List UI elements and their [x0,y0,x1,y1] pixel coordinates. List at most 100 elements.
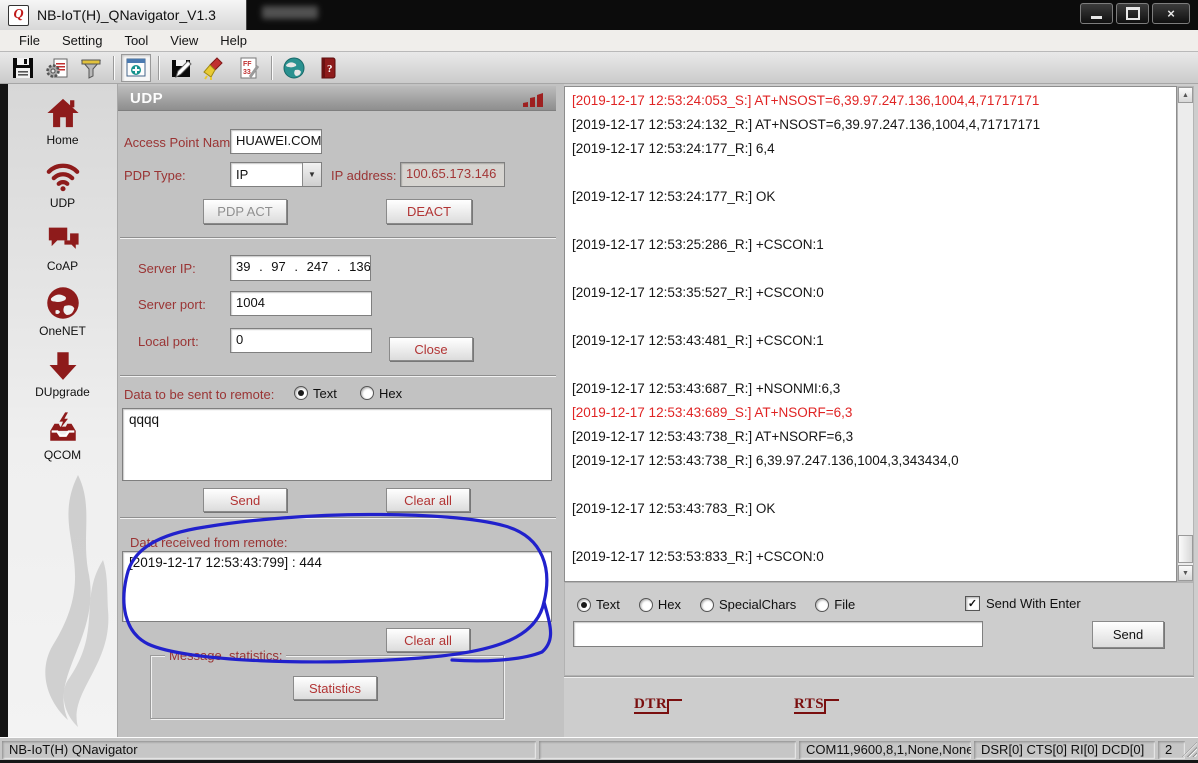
server-ip-input[interactable]: 39 . 97 . 247 . 136 [230,255,371,281]
menu-item[interactable]: File [8,31,51,50]
send-command-button[interactable]: Send [1092,621,1164,648]
udp-panel-header: UDP [118,86,556,111]
log-line: [2019-12-17 12:53:43:783_R:] OK [572,501,776,516]
send-with-enter-option[interactable]: ✓ Send With Enter [965,596,1081,611]
radio-icon [638,597,653,612]
log-scrollbar[interactable]: ▲ ▼ [1177,86,1194,582]
sidebar-item-coap[interactable]: CoAP [8,222,117,285]
radio-label: File [834,597,856,612]
radio-selected-icon [294,386,308,400]
clear-icon[interactable] [200,54,230,82]
sidebar-item-label: UDP [49,196,76,210]
ip-address-value: 100.65.173.146 [400,162,505,187]
globe-icon[interactable] [279,54,309,82]
connect-icon[interactable] [121,53,151,82]
close-udp-button[interactable]: Close [389,337,473,361]
chevron-down-icon[interactable]: ▼ [302,163,321,186]
radio-label: Hex [379,386,403,401]
checkbox-label: Send With Enter [986,596,1081,611]
radio-icon [815,597,830,612]
log-line: [2019-12-17 12:53:43:738_R:] AT+NSORF=6,… [572,429,854,444]
sidebar-item-onenet[interactable]: OneNET [8,285,117,348]
server-ip-label: Server IP: [138,261,196,276]
log-line: [2019-12-17 12:53:25:286_R:] +CSCON:1 [572,237,824,252]
sidebar-item-label: CoAP [46,259,79,273]
help-icon[interactable]: ? [313,54,343,82]
sidebar-item-dupgrade[interactable]: DUpgrade [8,348,117,411]
format-radio-option[interactable]: File [815,597,855,612]
radio-icon [577,597,591,612]
right-panel: [2019-12-17 12:53:24:053_S:] AT+NSOST=6,… [564,84,1198,738]
deact-button[interactable]: DEACT [386,199,472,224]
sidebar-item-label: DUpgrade [35,385,90,399]
status-empty-segment [539,741,796,759]
recv-data-textarea[interactable]: [2019-12-17 12:53:43:799] : 444 [122,551,552,622]
rts-indicator[interactable]: RTS [794,696,840,714]
menu-item[interactable]: Help [209,31,258,50]
save-icon[interactable] [8,54,38,82]
sidebar-item-qcom[interactable]: QCOM [8,411,117,474]
format-radio-option[interactable]: Hex [638,597,681,612]
globe-red-icon [46,287,79,319]
window-title: NB-IoT(H)_QNavigator_V1.3 [37,7,216,23]
local-port-input[interactable]: 0 [230,328,372,353]
hex-file-icon[interactable]: FF 33 [234,54,264,82]
send-button[interactable]: Send [203,488,287,512]
send-data-label: Data to be sent to remote: [124,387,275,402]
signal-level-icon [824,699,840,714]
minimize-button[interactable] [1080,3,1113,24]
radio-icon [360,386,374,400]
app-logo-icon: Q [8,4,29,26]
format-radio-option[interactable]: SpecialChars [699,597,796,612]
statistics-button[interactable]: Statistics [293,676,377,700]
server-port-label: Server port: [138,297,206,312]
menu-item[interactable]: Tool [113,31,159,50]
pdp-type-label: PDP Type: [124,168,186,183]
format-radio-option[interactable]: Text [577,597,620,612]
log-line: [2019-12-17 12:53:53:833_R:] +CSCON:0 [572,549,824,564]
panel-title: UDP [130,89,164,107]
apn-input[interactable]: HUAWEI.COM [230,129,322,154]
signal-bars-icon [523,93,543,107]
save-log-icon[interactable] [166,54,196,82]
server-port-input[interactable]: 1004 [230,291,372,316]
title-bar: Q NB-IoT(H)_QNavigator_V1.3 × [0,0,1198,30]
scroll-up-icon[interactable]: ▲ [1178,87,1193,103]
maximize-button[interactable] [1116,3,1149,24]
settings-icon[interactable] [42,54,72,82]
close-button[interactable]: × [1152,3,1190,24]
minimize-icon [1091,16,1102,19]
log-line: [2019-12-17 12:53:24:177_R:] 6,4 [572,141,775,156]
menu-item[interactable]: Setting [51,31,113,50]
download-arrow-icon [49,352,76,380]
toolbar-separator [113,55,115,80]
sidebar-item-home[interactable]: Home [8,96,117,159]
pdp-act-button[interactable]: PDP ACT [203,199,287,224]
rts-label: RTS [794,696,825,714]
filter-icon[interactable] [76,54,106,82]
command-input[interactable] [573,621,983,647]
menu-item[interactable]: View [159,31,209,50]
scroll-down-icon[interactable]: ▼ [1178,565,1193,581]
send-radio-text[interactable]: Text [294,385,337,403]
message-statistics-label: Message statistics: [165,648,287,663]
clear-all-recv-button[interactable]: Clear all [386,628,470,652]
sidebar-item-udp[interactable]: UDP [8,159,117,222]
at-log-output[interactable]: [2019-12-17 12:53:24:053_S:] AT+NSOST=6,… [564,86,1177,582]
pdp-type-select[interactable]: IP ▼ [230,162,322,187]
radio-label: Text [596,597,620,612]
wifi-icon [46,163,79,192]
scrollbar-thumb[interactable] [1178,535,1193,563]
maximize-icon [1125,7,1140,20]
send-data-textarea[interactable]: qqqq [122,408,552,481]
dtr-indicator[interactable]: DTR [634,697,683,714]
clear-all-send-button[interactable]: Clear all [386,488,470,512]
send-radio-hex[interactable]: Hex [360,385,402,403]
divider [120,517,556,519]
close-icon: × [1167,6,1175,21]
checkbox-checked-icon: ✓ [965,596,980,611]
